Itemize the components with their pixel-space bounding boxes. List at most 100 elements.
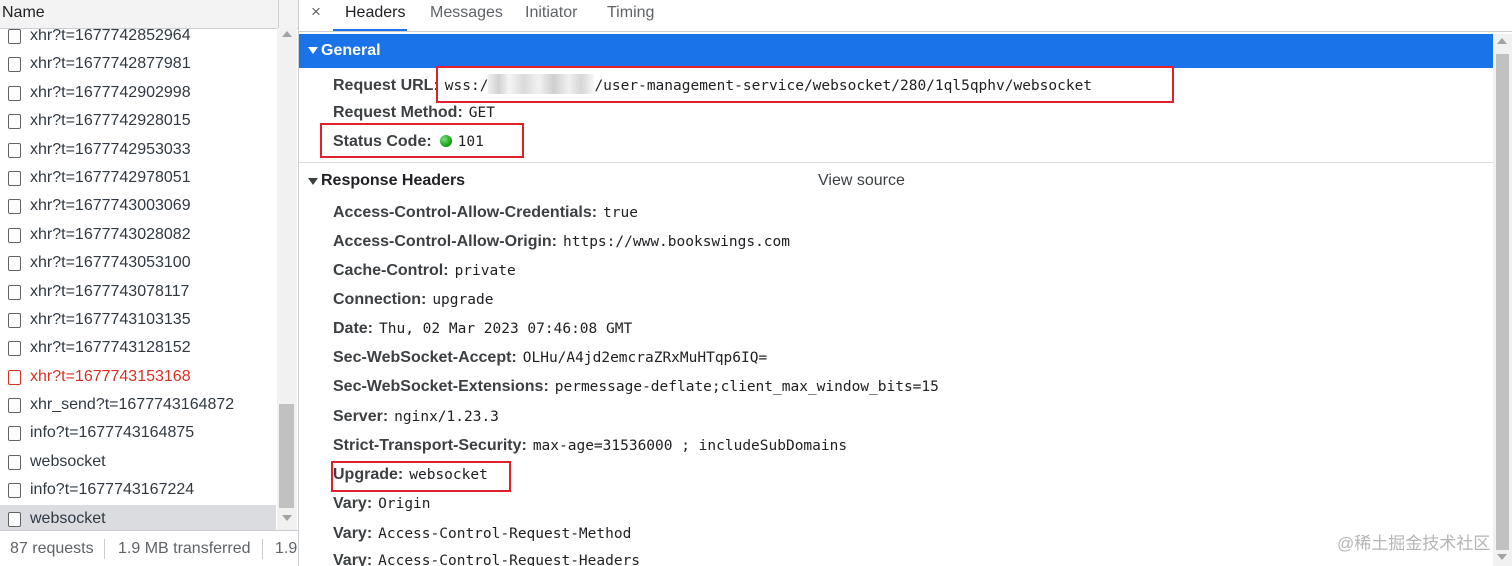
request-url-key: Request URL: [333,77,439,94]
request-row[interactable]: xhr?t=1677743053100 [0,249,276,277]
header-value[interactable]: Access-Control-Request-Method [378,526,631,542]
request-checkbox[interactable] [8,57,21,73]
request-name: websocket [30,452,106,470]
request-row-failed[interactable]: xhr?t=1677743153168 [0,363,276,391]
general-section-header[interactable]: General [299,34,1493,68]
header-value[interactable]: upgrade [432,292,493,308]
request-row[interactable]: info?t=1677743164875 [0,419,276,447]
response-header-row: Cache-Control: private [333,262,516,280]
header-key: Date: [333,320,374,337]
header-key: Access-Control-Allow-Credentials: [333,204,598,221]
tab-initiator[interactable]: Initiator [525,4,577,22]
request-checkbox[interactable] [8,114,21,130]
request-name: websocket [30,509,106,527]
scroll-up-arrow-icon[interactable] [282,31,292,37]
request-checkbox[interactable] [8,483,21,499]
request-count: 87 requests [10,540,94,557]
request-row[interactable]: xhr?t=1677743103135 [0,306,276,334]
header-key: Sec-WebSocket-Extensions: [333,378,549,395]
response-header-row: Server: nginx/1.23.3 [333,408,499,426]
response-header-row: Date: Thu, 02 Mar 2023 07:46:08 GMT [333,320,632,338]
column-divider[interactable] [278,0,279,28]
collapse-triangle-icon[interactable] [308,47,318,54]
request-checkbox[interactable] [8,341,21,357]
collapse-triangle-icon[interactable] [308,178,318,185]
request-checkbox[interactable] [8,29,21,44]
request-checkbox[interactable] [8,454,21,470]
request-row[interactable]: xhr?t=1677743078117 [0,278,276,306]
request-checkbox[interactable] [8,227,21,243]
scrollbar-thumb[interactable] [279,404,294,508]
request-checkbox[interactable] [8,170,21,186]
header-key: Server: [333,408,389,425]
response-header-row: Sec-WebSocket-Extensions: permessage-defl… [333,378,939,396]
request-row[interactable]: xhr?t=1677742902998 [0,79,276,107]
tab-headers[interactable]: Headers [345,4,405,22]
header-value[interactable]: Thu, 02 Mar 2023 07:46:08 GMT [379,321,632,337]
tab-messages[interactable]: Messages [430,4,503,22]
header-key: Access-Control-Allow-Origin: [333,233,558,250]
general-section-title: General [321,42,381,59]
header-value[interactable]: Origin [378,496,430,512]
request-row[interactable]: websocket [0,448,276,476]
header-value[interactable]: https://www.bookswings.com [563,234,790,250]
request-row[interactable]: xhr?t=1677742953033 [0,136,276,164]
request-row-selected[interactable]: websocket [0,504,276,530]
response-header-row: Access-Control-Allow-Origin: https://www.… [333,233,790,251]
scroll-up-arrow-icon[interactable] [1497,38,1507,44]
request-method-value[interactable]: GET [469,105,495,121]
tab-timing[interactable]: Timing [607,4,654,22]
request-url-highlight-box [436,66,1174,103]
request-name: xhr?t=1677742978051 [30,168,191,186]
header-value[interactable]: permessage-deflate;client_max_window_bit… [555,379,939,395]
header-value[interactable]: Access-Control-Request-Headers [378,553,640,566]
scroll-down-arrow-icon[interactable] [282,515,292,521]
request-list-scrollbar[interactable] [277,28,297,530]
response-header-row: Vary: Origin [333,495,431,513]
request-name: xhr?t=1677742877981 [30,55,191,73]
summary-divider [262,539,263,559]
request-name: xhr?t=1677742902998 [30,83,191,101]
close-icon[interactable]: × [311,2,321,22]
name-column-header[interactable]: Name [2,4,45,22]
resources-size: 1.9 [275,540,298,557]
request-checkbox[interactable] [8,426,21,442]
request-checkbox[interactable] [8,312,21,328]
header-key: Vary: [333,552,373,566]
request-name: xhr?t=1677743003069 [30,197,191,215]
response-header-row: Strict-Transport-Security: max-age=315360… [333,437,847,455]
header-value[interactable]: private [455,263,516,279]
request-checkbox[interactable] [8,511,21,527]
request-checkbox[interactable] [8,284,21,300]
header-value[interactable]: max-age=31536000 ; includeSubDomains [533,438,847,454]
response-headers-section-header[interactable]: Response Headers View source [299,170,1493,194]
request-row[interactable]: xhr_send?t=1677743164872 [0,391,276,419]
request-row[interactable]: xhr?t=1677742928015 [0,107,276,135]
request-checkbox[interactable] [8,398,21,414]
request-name: xhr?t=1677742953033 [30,140,191,158]
request-row[interactable]: xhr?t=1677742978051 [0,164,276,192]
request-detail-panel: × Headers Messages Initiator Timing Gene… [299,0,1512,566]
request-row[interactable]: xhr?t=1677743003069 [0,192,276,220]
request-checkbox[interactable] [8,85,21,101]
request-name: xhr?t=1677742928015 [30,112,191,130]
scrollbar-thumb[interactable] [1496,54,1509,550]
request-row[interactable]: xhr?t=1677743128152 [0,334,276,362]
header-value[interactable]: nginx/1.23.3 [394,409,499,425]
header-value[interactable]: OLHu/A4jd2emcraZRxMuHTqp6IQ= [523,350,767,366]
request-checkbox[interactable] [8,369,21,385]
section-divider [299,162,1493,163]
request-checkbox[interactable] [8,199,21,215]
watermark: @稀土掘金技术社区 [1337,534,1491,553]
detail-scrollbar[interactable] [1493,34,1512,566]
request-row[interactable]: xhr?t=1677742877981 [0,50,276,78]
view-source-link[interactable]: View source [818,172,905,190]
header-value[interactable]: true [603,205,638,221]
summary-divider [104,539,105,559]
request-row[interactable]: xhr?t=1677743028082 [0,221,276,249]
scroll-down-arrow-icon[interactable] [1497,554,1507,560]
request-checkbox[interactable] [8,142,21,158]
response-header-row: Sec-WebSocket-Accept: OLHu/A4jd2emcraZRxM… [333,349,767,367]
request-row[interactable]: info?t=1677743167224 [0,476,276,504]
request-checkbox[interactable] [8,256,21,272]
